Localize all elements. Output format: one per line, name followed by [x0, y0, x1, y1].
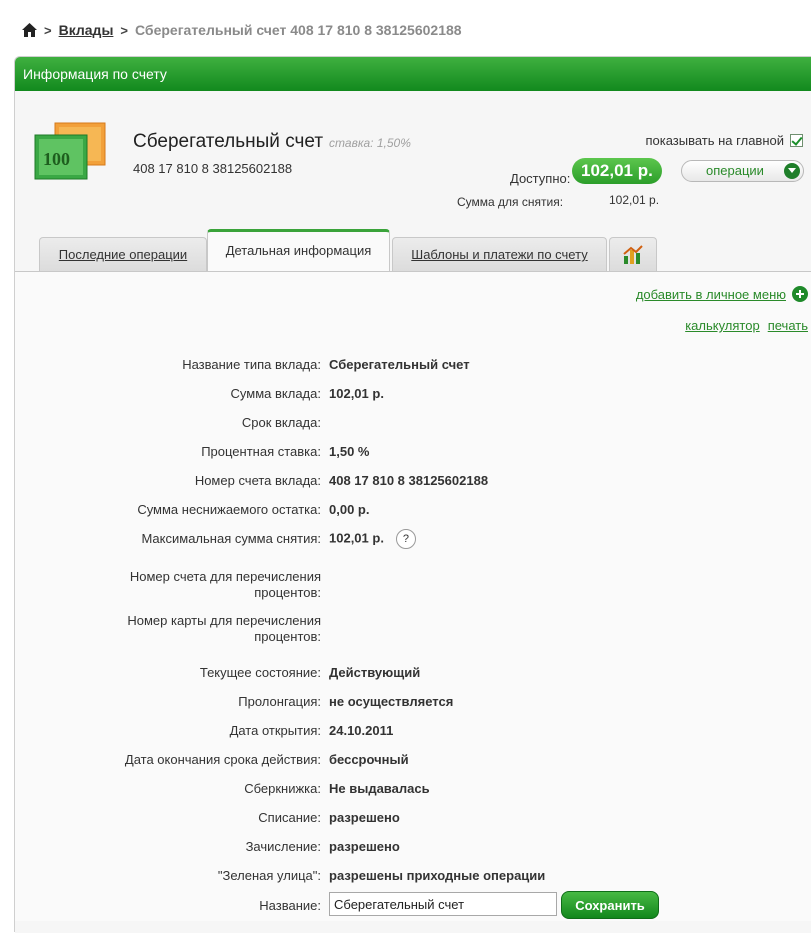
detail-label: Зачисление: — [245, 839, 321, 854]
detail-value: 1,50 % — [329, 444, 370, 459]
detail-label: Срок вклада: — [241, 415, 321, 430]
detail-value-wrap: 102,01 р.? — [329, 529, 416, 549]
breadcrumb-current: Сберегательный счет 408 17 810 8 3812560… — [135, 22, 462, 38]
add-to-menu-label: добавить в личное меню — [635, 286, 786, 302]
show-on-main-label: показывать на главной — [645, 133, 784, 148]
account-name: Сберегательный счет — [133, 131, 324, 152]
detail-value: 102,01 р. — [329, 386, 384, 401]
detail-value: разрешено — [329, 810, 400, 825]
detail-label: Сберкнижка: — [244, 781, 321, 796]
detail-value: 102,01 р. — [329, 530, 384, 546]
detail-value: Не выдавалась — [329, 781, 430, 796]
breadcrumb-separator: > — [44, 22, 52, 38]
name-input[interactable] — [329, 892, 557, 916]
detail-label: Дата открытия: — [229, 723, 321, 738]
breadcrumb-separator: > — [120, 22, 128, 38]
detail-value: разрешены приходные операции — [329, 868, 546, 883]
detail-value: разрешено — [329, 839, 400, 854]
svg-text:100: 100 — [43, 149, 70, 169]
account-number: 408 17 810 8 38125602188 — [133, 161, 293, 176]
detail-value: 0,00 р. — [329, 502, 370, 517]
chart-icon — [623, 245, 643, 264]
operations-label: операции — [706, 163, 764, 178]
help-icon[interactable]: ? — [395, 529, 416, 549]
detail-value: Действующий — [329, 665, 421, 680]
detail-value: бессрочный — [329, 752, 409, 767]
panel-title: Информация по счету — [15, 57, 811, 91]
withdraw-label: Сумма для снятия: — [457, 195, 564, 209]
home-icon[interactable] — [22, 23, 37, 37]
detail-label: Сумма вклада: — [230, 386, 321, 401]
account-title: Сберегательный счет ставка: 1,50% — [133, 131, 411, 153]
show-on-main-toggle[interactable]: показывать на главной — [645, 133, 803, 148]
detail-content: добавить в личное меню калькулятор печат… — [15, 271, 811, 921]
detail-label: Дата окончания срока действия: — [124, 752, 321, 767]
tab-templates-payments[interactable]: Шаблоны и платежи по счету — [392, 237, 607, 271]
detail-value: 24.10.2011 — [329, 723, 394, 738]
name-label: Название: — [259, 898, 321, 913]
calculator-link[interactable]: калькулятор — [685, 318, 760, 333]
detail-label: Название типа вклада: — [182, 357, 321, 372]
available-label: Доступно: — [510, 171, 571, 186]
detail-label: Процентная ставка: — [201, 444, 321, 459]
panel-body: 100 Сберегательный счет ставка: 1,50% 408… — [15, 91, 811, 933]
detail-label: "Зеленая улица": — [217, 868, 321, 883]
detail-label: Максимальная сумма снятия: — [141, 531, 321, 546]
detail-label: Номер счета для перечисления процентов: — [129, 569, 321, 600]
account-rate: ставка: 1,50% — [329, 136, 411, 150]
detail-label: Списание: — [258, 810, 321, 825]
detail-value: 408 17 810 8 38125602188 — [329, 473, 489, 488]
plus-icon[interactable] — [792, 286, 808, 302]
detail-label: Текущее состояние: — [199, 665, 321, 680]
detail-label: Номер карты для перечисления процентов: — [127, 613, 321, 644]
detail-row-name: Название: Сохранить — [15, 891, 811, 920]
print-link[interactable]: печать — [768, 318, 808, 333]
detail-value: Сберегательный счет — [329, 357, 470, 372]
breadcrumb: > Вклады > Сберегательный счет 408 17 81… — [22, 20, 462, 40]
operations-dropdown[interactable]: операции — [681, 160, 804, 182]
detail-label: Сумма неснижаемого остатка: — [137, 502, 321, 517]
tab-detailed-info[interactable]: Детальная информация — [207, 229, 390, 272]
show-on-main-checkbox[interactable] — [790, 134, 803, 147]
account-panel: Информация по счету 100 Сберегательный с… — [14, 56, 811, 933]
save-button[interactable]: Сохранить — [561, 891, 659, 919]
breadcrumb-link-deposits[interactable]: Вклады — [59, 22, 114, 38]
tab-recent-operations[interactable]: Последние операции — [39, 237, 207, 271]
detail-label: Пролонгация: — [238, 694, 321, 709]
chevron-down-icon — [784, 163, 800, 179]
withdraw-value: 102,01 р. — [609, 193, 660, 207]
money-icon: 100 — [34, 122, 106, 180]
add-to-menu-link[interactable]: добавить в личное меню — [636, 286, 808, 302]
detail-value: не осуществляется — [329, 694, 454, 709]
tool-links: калькулятор печать — [685, 318, 808, 333]
detail-label: Номер счета вклада: — [194, 473, 321, 488]
tab-chart[interactable] — [609, 237, 657, 271]
available-balance: 102,01 р. — [572, 158, 662, 184]
